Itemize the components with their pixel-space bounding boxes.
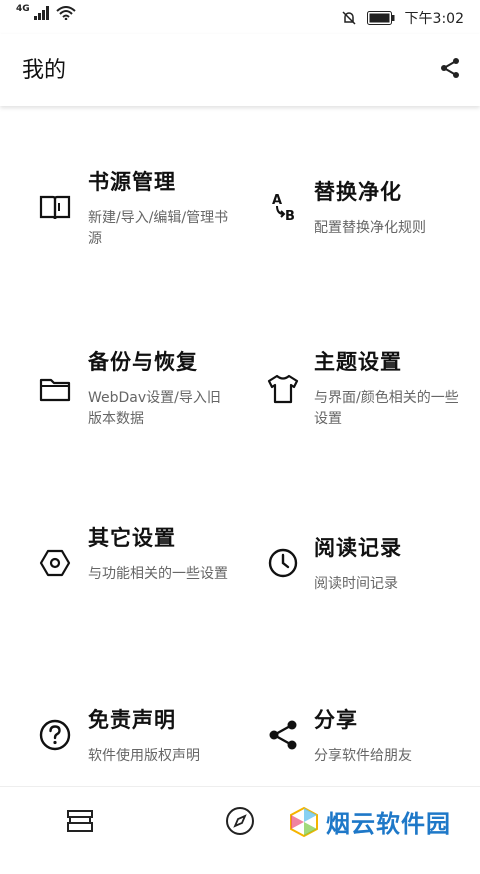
status-bar: 4G 下午3:02 <box>0 0 480 34</box>
svg-text:A: A <box>272 193 282 208</box>
menu-item-desc: 分享软件给朋友 <box>314 748 412 764</box>
menu-item-desc: 与界面/颜色相关的一些设置 <box>314 390 459 427</box>
menu-item-desc: 阅读时间记录 <box>314 576 398 592</box>
menu-item-book-sources[interactable]: 书源管理 新建/导入/编辑/管理书源 <box>0 166 240 336</box>
book-open-icon <box>39 195 71 220</box>
menu-item-title: 书源管理 <box>88 170 176 194</box>
menu-item-theme-settings[interactable]: 主题设置 与界面/颜色相关的一些设置 <box>228 346 468 516</box>
menu-item-reading-history[interactable]: 阅读记录 阅读时间记录 <box>228 532 468 702</box>
signal-icon <box>33 6 49 20</box>
svg-text:B: B <box>285 209 295 224</box>
bookshelf-nav-icon[interactable] <box>64 805 96 837</box>
share-icon[interactable] <box>438 56 462 80</box>
share-icon <box>269 720 297 750</box>
status-right: 下午3:02 <box>341 8 464 28</box>
menu-item-backup-restore[interactable]: 备份与恢复 WebDav设置/导入旧版本数据 <box>0 346 240 516</box>
compass-nav-icon[interactable] <box>224 805 256 837</box>
menu-item-title: 阅读记录 <box>314 536 402 560</box>
menu-item-desc: 配置替换净化规则 <box>314 220 426 236</box>
network-type: 4G <box>16 4 30 14</box>
page-title: 我的 <box>22 58 67 83</box>
menu-item-title: 替换净化 <box>314 180 402 204</box>
watermark-logo-icon <box>290 806 318 837</box>
replace-ab-icon: A B <box>272 193 295 224</box>
status-time: 下午3:02 <box>404 11 464 27</box>
menu-item-replace-rules[interactable]: A B 替换净化 配置替换净化规则 <box>228 176 468 346</box>
menu-item-desc: 软件使用版权声明 <box>88 748 200 764</box>
menu-item-title: 其它设置 <box>88 526 176 550</box>
watermark: 烟云软件园 <box>288 804 451 839</box>
mute-bell-icon <box>342 11 356 25</box>
menu-item-desc: 新建/导入/编辑/管理书源 <box>88 210 229 247</box>
menu-item-other-settings[interactable]: 其它设置 与功能相关的一些设置 <box>0 522 240 692</box>
menu-item-title: 免责声明 <box>88 708 176 732</box>
menu-item-title: 分享 <box>314 708 358 732</box>
app-bar: 我的 <box>0 34 480 106</box>
wifi-icon <box>55 6 76 20</box>
hex-settings-icon <box>39 549 71 577</box>
menu-item-title: 备份与恢复 <box>88 350 198 374</box>
clock-icon <box>268 548 298 578</box>
folder-icon <box>39 378 71 402</box>
menu-grid: 书源管理 新建/导入/编辑/管理书源 A B 替换净化 配置替换净化规则 备份与… <box>0 106 480 786</box>
watermark-text: 烟云软件园 <box>326 810 451 838</box>
status-left: 4G <box>16 4 76 20</box>
menu-item-title: 主题设置 <box>314 350 402 374</box>
menu-item-desc: 与功能相关的一些设置 <box>88 566 228 582</box>
menu-item-desc: WebDav设置/导入旧版本数据 <box>88 390 221 427</box>
help-circle-icon <box>39 719 71 751</box>
battery-icon <box>366 11 395 25</box>
tshirt-icon <box>267 374 299 404</box>
